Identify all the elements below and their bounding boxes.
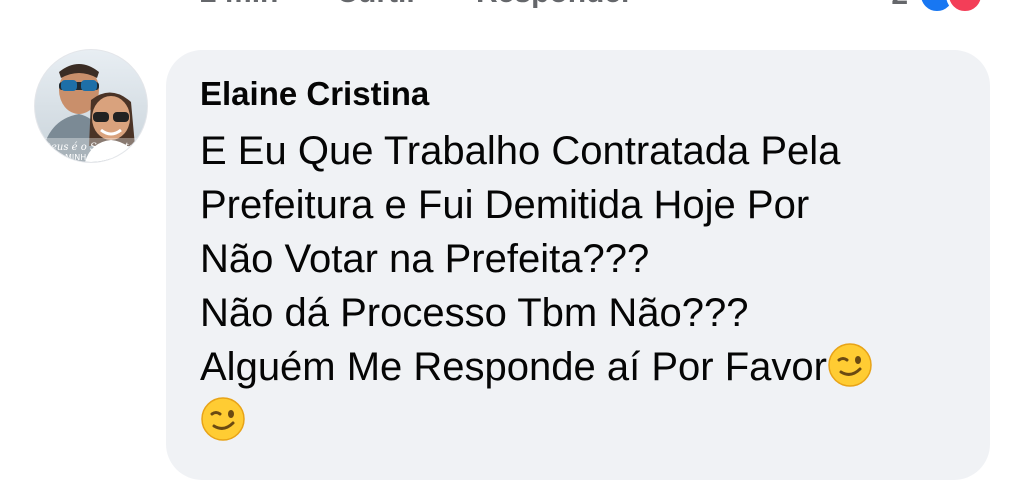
comment-timestamp: 2 min <box>200 0 278 10</box>
comment-line: E Eu Que Trabalho Contratada Pela <box>200 129 841 173</box>
svg-text:MINHA VIDA: MINHA VIDA <box>65 153 114 162</box>
comment-author[interactable]: Elaine Cristina <box>200 74 960 114</box>
like-link[interactable]: Curtir <box>336 0 418 10</box>
reply-link[interactable]: Responder <box>476 0 633 10</box>
svg-text:Deus é o Sustento: Deus é o Sustento <box>42 142 135 153</box>
previous-comment-actions: 2 min Curtir Responder <box>200 0 691 10</box>
comment-bubble: Elaine Cristina E Eu Que Trabalho Contra… <box>166 50 990 480</box>
comment-text: E Eu Que Trabalho Contratada Pela Prefei… <box>200 124 960 448</box>
comment-line: Prefeitura e Fui Demitida Hoje Por <box>200 183 810 227</box>
comment-thread: 2 min Curtir Responder 2 <box>0 0 1024 485</box>
avatar[interactable]: Deus é o Sustento MINHA VIDA <box>35 50 147 162</box>
reaction-count: 2 <box>891 0 908 12</box>
comment-line: Não Votar na Prefeita??? <box>200 237 650 281</box>
winking-face-icon <box>201 397 245 441</box>
profile-photo: Deus é o Sustento MINHA VIDA <box>35 50 147 162</box>
comment-line: Alguém Me Responde aí Por Favor <box>200 345 827 389</box>
winking-face-icon <box>828 343 872 387</box>
reaction-summary[interactable]: 2 <box>891 0 984 14</box>
love-icon <box>946 0 984 14</box>
comment-line: Não dá Processo Tbm Não??? <box>200 291 749 335</box>
